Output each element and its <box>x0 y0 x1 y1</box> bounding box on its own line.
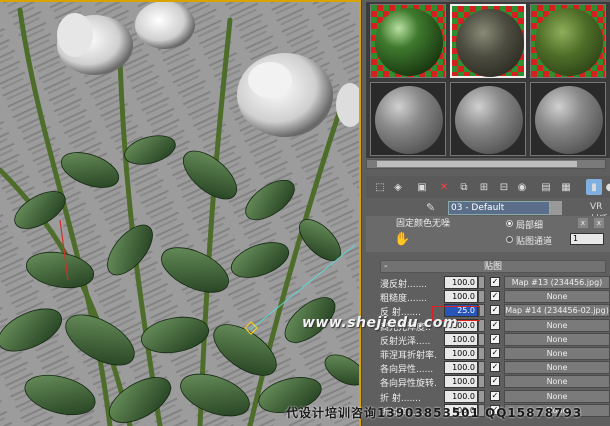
x-button-1[interactable]: x <box>578 218 588 228</box>
map-channel-label: 贴图通道 <box>516 237 553 247</box>
map-amount-field[interactable]: 100.0 <box>444 375 478 389</box>
map-row: 折 射....... 100.0 ✓ None <box>380 389 610 404</box>
map-channel-radio[interactable] <box>506 236 513 243</box>
options-area: 固定颜色无噪 局部细 x x ✋ 贴图通道 1 <box>366 216 610 252</box>
make-unique-icon[interactable]: ⊞ <box>476 179 492 195</box>
material-slot-6[interactable] <box>530 82 606 156</box>
local-radio[interactable] <box>506 220 513 227</box>
map-enable-checkbox[interactable]: ✓ <box>490 348 500 358</box>
map-row-label: 折 射....... <box>380 393 421 404</box>
map-slot-button[interactable]: None <box>504 290 610 304</box>
amount-spinner[interactable] <box>478 361 485 375</box>
amount-spinner[interactable] <box>478 375 485 389</box>
map-enable-checkbox[interactable]: ✓ <box>490 390 500 401</box>
map-row-label: 漫反射....... <box>380 280 428 290</box>
map-amount-field[interactable]: 100.0 <box>444 290 478 304</box>
x-button-2[interactable]: x <box>594 218 604 228</box>
material-name-dropdown[interactable] <box>550 201 562 215</box>
reset-map-icon[interactable]: ✕ <box>436 179 452 195</box>
sphere-preview <box>375 86 443 154</box>
local-label: 局部细 <box>516 221 544 231</box>
material-slot-3[interactable] <box>530 4 606 78</box>
map-enable-checkbox[interactable]: ✓ <box>490 305 500 316</box>
map-row: 反射光泽..... 100.0 ✓ None <box>380 332 610 347</box>
material-slot-5[interactable] <box>450 82 526 156</box>
go-forward-icon[interactable]: ● <box>602 179 610 195</box>
viewport-active-border-right <box>359 0 361 426</box>
material-name-row: ✎ 03 - Default VR材质 <box>366 200 610 225</box>
go-to-parent-icon[interactable]: ▮ <box>586 179 602 195</box>
map-row: 粗糙度....... 100.0 ✓ None <box>380 290 610 304</box>
watermark-url: www.shejiedu.com <box>302 315 458 331</box>
map-row-label: 各向异性旋转. <box>380 379 437 390</box>
viewport-active-border-top <box>0 0 361 2</box>
map-slot-button[interactable]: Map #14 (234456-02.jpg) <box>504 304 610 318</box>
sphere-preview <box>455 86 523 154</box>
sphere-preview <box>456 9 524 77</box>
scrollbar-thumb[interactable] <box>377 161 577 167</box>
map-row: 各向异性旋转. 100.0 ✓ None <box>380 375 610 389</box>
map-amount-field[interactable]: 100.0 <box>444 276 478 289</box>
maps-rollout-header[interactable]: - 贴图 <box>380 260 606 273</box>
map-slot-button[interactable]: None <box>504 389 610 403</box>
map-slot-button[interactable]: Map #13 (234456.jpg) <box>504 276 610 289</box>
material-name-field[interactable]: 03 - Default <box>448 201 550 215</box>
map-enable-checkbox[interactable]: ✓ <box>490 291 500 302</box>
hand-pan-icon[interactable]: ✋ <box>394 232 410 248</box>
map-amount-field[interactable]: 100.0 <box>444 347 478 360</box>
slots-scrollbar[interactable] <box>366 159 606 169</box>
plant-render <box>0 0 361 426</box>
get-material-icon[interactable]: ⬚ <box>372 179 388 195</box>
assign-to-selection-icon[interactable]: ▣ <box>414 179 430 195</box>
material-slot-1[interactable] <box>370 4 446 78</box>
material-slot-2[interactable] <box>450 4 526 78</box>
amount-spinner[interactable] <box>478 276 485 289</box>
material-id-icon[interactable]: ◉ <box>514 179 530 195</box>
map-enable-checkbox[interactable]: ✓ <box>490 376 500 387</box>
amount-spinner[interactable] <box>478 332 485 346</box>
map-slot-button[interactable]: None <box>504 332 610 346</box>
map-row-label: 反射光泽..... <box>380 336 431 347</box>
map-row-label: 各向异性...... <box>380 365 434 376</box>
map-enable-checkbox[interactable]: ✓ <box>490 333 500 344</box>
sphere-preview <box>375 8 443 76</box>
eyedropper-icon[interactable]: ✎ <box>426 201 440 215</box>
material-toolbar: ⬚ ◈ ▣ ✕ ⧉ ⊞ ⊟ ◉ ▤ ▦ ▮ ● <box>366 176 610 198</box>
map-slot-button[interactable]: None <box>504 361 610 375</box>
maps-rollout-title: 贴图 <box>483 262 502 272</box>
map-channel-field[interactable]: 1 <box>570 233 604 245</box>
sample-slots <box>366 2 610 158</box>
map-enable-checkbox[interactable]: ✓ <box>490 319 500 330</box>
map-enable-checkbox[interactable]: ✓ <box>490 277 500 287</box>
map-row: 各向异性...... 100.0 ✓ None <box>380 361 610 375</box>
show-map-icon[interactable]: ▤ <box>538 179 554 195</box>
map-amount-field[interactable]: 100.0 <box>444 361 478 375</box>
amount-spinner[interactable] <box>478 347 485 360</box>
map-slot-button[interactable]: None <box>504 347 610 360</box>
material-slot-4[interactable] <box>370 82 446 156</box>
map-row-label: 菲涅耳折射率. <box>380 351 437 361</box>
amount-spinner[interactable] <box>478 389 485 403</box>
make-copy-icon[interactable]: ⧉ <box>456 179 472 195</box>
map-slot-button[interactable]: None <box>504 375 610 389</box>
put-to-scene-icon[interactable]: ◈ <box>390 179 406 195</box>
put-to-library-icon[interactable]: ⊟ <box>496 179 512 195</box>
map-amount-field[interactable]: 100.0 <box>444 389 478 403</box>
sphere-preview <box>535 8 603 76</box>
option-cut-text: 固定颜色无噪 <box>396 219 451 229</box>
amount-spinner[interactable] <box>478 290 485 304</box>
map-row: 漫反射....... 100.0 ✓ Map #13 (234456.jpg) <box>380 276 610 290</box>
map-slot-button[interactable]: None <box>504 318 610 332</box>
3d-viewport[interactable] <box>0 0 361 426</box>
footer-contact-text: 代设计培训咨询13903853501 QQ15878793 <box>286 406 583 420</box>
map-enable-checkbox[interactable]: ✓ <box>490 362 500 373</box>
material-editor-panel: ⬚ ◈ ▣ ✕ ⧉ ⊞ ⊟ ◉ ▤ ▦ ▮ ● ✎ 03 - Default V… <box>362 0 610 426</box>
map-row: 菲涅耳折射率. 100.0 ✓ None <box>380 347 610 361</box>
sphere-preview <box>535 86 603 154</box>
map-row-label: 粗糙度....... <box>380 294 428 305</box>
map-amount-field[interactable]: 100.0 <box>444 332 478 346</box>
show-end-result-icon[interactable]: ▦ <box>558 179 574 195</box>
